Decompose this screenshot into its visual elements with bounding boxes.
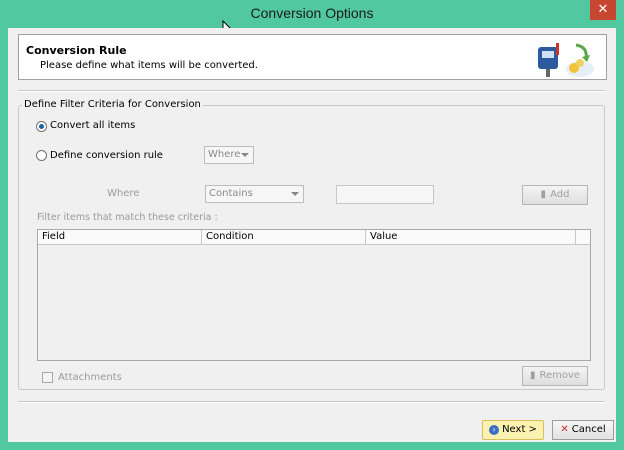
next-button-label: Next > [502, 424, 537, 435]
header-panel: Conversion Rule Please define what items… [18, 34, 607, 80]
value-input[interactable] [336, 185, 434, 204]
next-arrow-icon: › [489, 425, 500, 435]
convert-all-label[interactable]: Convert all items [50, 120, 135, 131]
title-bar: Conversion Options ✕ [0, 0, 624, 28]
add-button[interactable]: ▮ Add [522, 185, 588, 205]
chevron-down-icon [291, 192, 299, 196]
col-field[interactable]: Field [38, 230, 202, 244]
add-button-label: Add [550, 189, 570, 200]
where-dropdown[interactable]: Where [204, 146, 254, 164]
attachments-checkbox[interactable] [42, 372, 53, 383]
close-button[interactable]: ✕ [590, 0, 616, 20]
filter-criteria-group: Define Filter Criteria for Conversion Co… [18, 99, 605, 390]
header-divider [18, 90, 605, 92]
page-subtitle: Please define what items will be convert… [40, 60, 258, 71]
window-title: Conversion Options [250, 5, 374, 21]
cancel-button-label: Cancel [571, 424, 606, 435]
col-value[interactable]: Value [366, 230, 576, 244]
cancel-x-icon: ✕ [560, 424, 569, 435]
filter-hint: Filter items that match these criteria : [37, 212, 218, 223]
cancel-button[interactable]: ✕ Cancel [552, 420, 614, 440]
condition-dropdown[interactable]: Contains [205, 185, 304, 203]
chevron-down-icon [241, 153, 249, 157]
table-header: Field Condition Value [38, 230, 590, 245]
remove-button-label: Remove [539, 370, 581, 381]
page-title: Conversion Rule [26, 44, 127, 57]
condition-dropdown-value: Contains [209, 188, 253, 199]
attachments-label: Attachments [58, 372, 122, 383]
add-doc-icon: ▮ [540, 189, 547, 200]
criteria-table[interactable]: Field Condition Value [37, 229, 591, 361]
col-condition[interactable]: Condition [202, 230, 366, 244]
remove-button[interactable]: ▮ Remove [522, 366, 588, 386]
remove-doc-icon: ▮ [529, 370, 536, 381]
footer-divider [18, 401, 605, 403]
where-dropdown-value: Where [208, 149, 241, 160]
mailbox-conversion-icon [538, 43, 594, 77]
where-label: Where [107, 188, 140, 199]
define-rule-label[interactable]: Define conversion rule [50, 150, 163, 161]
dialog-body: Conversion Rule Please define what items… [8, 28, 616, 442]
group-legend: Define Filter Criteria for Conversion [22, 99, 203, 110]
define-rule-radio[interactable] [36, 150, 47, 161]
next-button[interactable]: › Next > [482, 420, 544, 440]
convert-all-radio[interactable] [36, 121, 47, 132]
